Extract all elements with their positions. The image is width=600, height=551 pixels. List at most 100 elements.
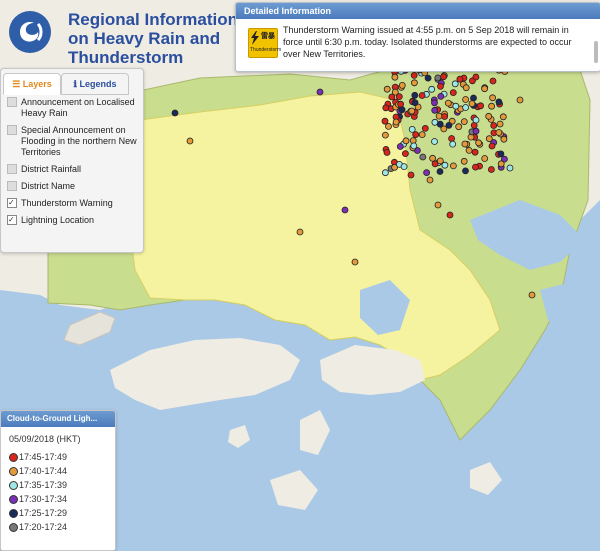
lightning-strike-marker[interactable] [381, 131, 389, 139]
lightning-strike-marker[interactable] [407, 171, 415, 179]
lightning-strike-marker[interactable] [449, 162, 457, 170]
lightning-strike-marker[interactable] [418, 131, 426, 139]
lightning-strike-marker[interactable] [408, 107, 416, 115]
lightning-strike-marker[interactable] [388, 93, 396, 101]
lightning-strike-marker[interactable] [472, 163, 479, 171]
lightning-strike-marker[interactable] [462, 104, 470, 111]
lightning-strike-marker[interactable] [460, 118, 468, 125]
lightning-strike-marker[interactable] [418, 92, 426, 99]
layer-item-localised-heavy-rain[interactable]: Announcement on Localised Heavy Rain [7, 97, 139, 119]
lightning-strike-marker[interactable] [440, 73, 448, 81]
lightning-strike-marker[interactable] [436, 120, 444, 128]
lightning-strike-marker[interactable] [398, 82, 406, 89]
layer-checkbox-checked[interactable] [7, 197, 17, 208]
lightning-strike-marker[interactable] [383, 149, 391, 156]
layer-checkbox[interactable] [7, 125, 17, 135]
lightning-strike-marker[interactable] [434, 74, 442, 82]
lightning-strike-marker[interactable] [419, 153, 427, 161]
lightning-strike-marker[interactable] [488, 102, 496, 110]
lightning-strike-marker[interactable] [431, 106, 439, 114]
lightning-strike-marker[interactable] [445, 122, 453, 129]
lightning-strike-marker[interactable] [437, 83, 444, 90]
lightning-strike-marker[interactable] [452, 102, 460, 110]
detailed-information-header[interactable]: Detailed Information [236, 3, 600, 19]
layer-item-thunderstorm-warning[interactable]: Thunderstorm Warning [7, 197, 139, 209]
lightning-strike-marker[interactable] [496, 120, 504, 128]
lightning-strike-marker[interactable] [495, 129, 503, 136]
lightning-strike-marker[interactable] [451, 80, 459, 88]
lightning-strike-marker[interactable] [400, 163, 408, 171]
lightning-strike-marker[interactable] [410, 72, 418, 79]
lightning-strike-marker[interactable] [436, 168, 444, 175]
lightning-strike-marker[interactable] [472, 116, 480, 124]
layer-item-special-announcement-flooding[interactable]: Special Announcement on Flooding in the … [7, 125, 139, 158]
lightning-strike-marker[interactable] [171, 109, 179, 117]
lightning-strike-marker[interactable] [472, 127, 480, 135]
lightning-strike-marker[interactable] [385, 123, 392, 130]
lightning-strike-marker[interactable] [411, 91, 419, 99]
lightning-strike-marker[interactable] [446, 211, 454, 219]
lightning-strike-marker[interactable] [397, 100, 405, 108]
lightning-strike-marker[interactable] [410, 142, 418, 150]
lightning-strike-marker[interactable] [481, 155, 489, 162]
lightning-strike-marker[interactable] [429, 154, 437, 162]
lightning-strike-marker[interactable] [431, 138, 438, 145]
lightning-strike-marker[interactable] [456, 75, 464, 83]
lightning-strike-marker[interactable] [460, 157, 468, 165]
tab-layers[interactable]: ☰ Layers [3, 73, 61, 95]
layer-item-lightning-location[interactable]: Lightning Location [7, 214, 139, 226]
lightning-strike-marker[interactable] [431, 99, 438, 107]
lightning-strike-marker[interactable] [410, 79, 418, 87]
layer-checkbox[interactable] [7, 181, 17, 191]
lightning-strike-marker[interactable] [441, 113, 449, 120]
lightning-strike-marker[interactable] [489, 77, 497, 85]
lightning-strike-marker[interactable] [402, 137, 410, 145]
lightning-strike-marker[interactable] [401, 150, 409, 158]
lightning-strike-marker[interactable] [470, 94, 477, 102]
lightning-strike-marker[interactable] [396, 143, 404, 150]
lightning-strike-marker[interactable] [296, 228, 304, 236]
lightning-strike-marker[interactable] [421, 124, 429, 132]
lightning-strike-marker[interactable] [391, 73, 399, 81]
lightning-strike-marker[interactable] [436, 157, 444, 165]
lightning-strike-marker[interactable] [500, 135, 508, 143]
lightning-strike-marker[interactable] [398, 106, 406, 114]
lightning-strike-marker[interactable] [462, 96, 470, 103]
lightning-strike-marker[interactable] [381, 117, 389, 125]
lightning-strike-marker[interactable] [411, 99, 419, 107]
legend-header[interactable]: Cloud-to-Ground Ligh... [1, 411, 115, 427]
lightning-strike-marker[interactable] [471, 148, 479, 156]
lightning-strike-marker[interactable] [477, 102, 485, 110]
lightning-strike-marker[interactable] [428, 85, 436, 93]
lightning-strike-marker[interactable] [423, 169, 431, 177]
lightning-strike-marker[interactable] [408, 125, 416, 133]
lightning-strike-marker[interactable] [448, 135, 456, 142]
lightning-strike-marker[interactable] [455, 123, 463, 131]
lightning-strike-marker[interactable] [487, 166, 495, 173]
lightning-strike-marker[interactable] [383, 85, 391, 93]
layer-checkbox[interactable] [7, 97, 17, 107]
lightning-strike-marker[interactable] [475, 139, 483, 147]
layer-checkbox[interactable] [7, 164, 17, 174]
lightning-strike-marker[interactable] [528, 291, 536, 299]
lightning-strike-marker[interactable] [472, 73, 480, 81]
lightning-strike-marker[interactable] [412, 131, 420, 139]
lightning-strike-marker[interactable] [481, 85, 489, 93]
lightning-strike-marker[interactable] [488, 142, 496, 150]
lightning-strike-marker[interactable] [449, 140, 457, 148]
lightning-strike-marker[interactable] [485, 135, 493, 143]
lightning-strike-marker[interactable] [395, 93, 403, 100]
lightning-strike-marker[interactable] [316, 88, 324, 96]
lightning-strike-marker[interactable] [465, 146, 473, 154]
lightning-strike-marker[interactable] [351, 258, 359, 266]
layer-checkbox-checked[interactable] [7, 214, 17, 225]
lightning-strike-marker[interactable] [426, 176, 434, 184]
panel-scrollbar[interactable] [594, 41, 598, 63]
lightning-strike-marker[interactable] [497, 160, 505, 168]
lightning-strike-marker[interactable] [497, 150, 505, 158]
lightning-strike-marker[interactable] [381, 169, 389, 177]
lightning-strike-marker[interactable] [506, 164, 514, 172]
lightning-strike-marker[interactable] [186, 137, 194, 145]
lightning-strike-marker[interactable] [444, 99, 452, 107]
lightning-strike-marker[interactable] [341, 206, 349, 214]
